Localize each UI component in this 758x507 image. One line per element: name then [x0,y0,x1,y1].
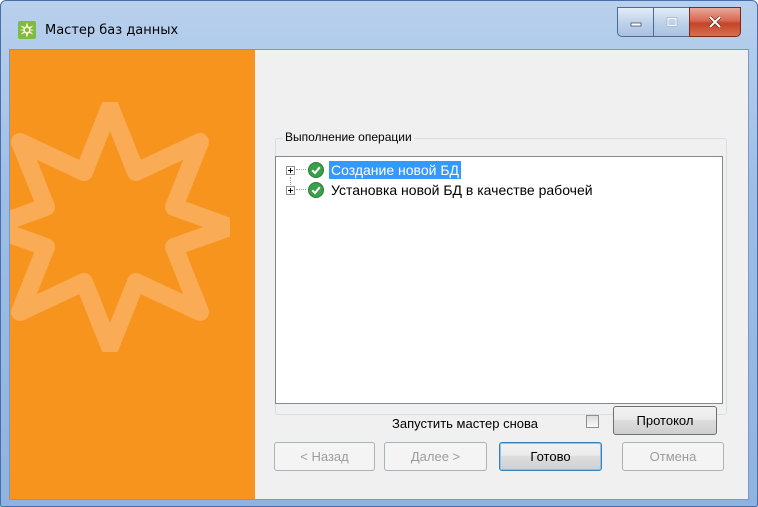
check-success-icon [308,162,324,178]
gear-app-icon [18,21,36,39]
wizard-window: Мастер баз данных Выполнение операции Со… [0,0,758,507]
next-button[interactable]: Далее > [384,442,487,471]
tree-item-label: Создание новой БД [329,161,461,179]
star-logo-watermark [10,102,230,352]
maximize-button[interactable] [653,7,689,37]
tree-connector [296,189,306,191]
back-button[interactable]: < Назад [274,442,375,471]
restart-wizard-checkbox[interactable] [586,415,599,428]
maximize-icon [666,17,677,27]
tree-item-create-db[interactable]: Создание новой БД [276,160,461,180]
expand-icon[interactable] [286,185,295,195]
title-bar[interactable]: Мастер баз данных [1,1,757,49]
close-button[interactable] [689,7,741,37]
tree-item-set-working-db[interactable]: Установка новой БД в качестве рабочей [276,180,595,200]
group-title: Выполнение операции [283,130,414,144]
window-controls [617,7,741,37]
operations-tree[interactable]: Создание новой БД Установка новой БД в к… [275,156,723,404]
wizard-client-area: Выполнение операции Создание новой БД Ус… [9,49,749,500]
check-success-icon [308,182,324,198]
window-title: Мастер баз данных [45,23,179,38]
expand-icon[interactable] [286,165,295,175]
tree-connector [296,169,306,171]
restart-wizard-label: Запустить мастер снова [392,416,538,431]
minimize-icon [630,22,641,27]
wizard-banner [10,50,255,499]
log-button[interactable]: Протокол [613,406,717,435]
finish-button[interactable]: Готово [499,442,602,471]
cancel-button[interactable]: Отмена [622,442,724,471]
tree-item-label: Установка новой БД в качестве рабочей [331,182,593,198]
close-icon [708,16,722,28]
minimize-button[interactable] [617,7,653,37]
